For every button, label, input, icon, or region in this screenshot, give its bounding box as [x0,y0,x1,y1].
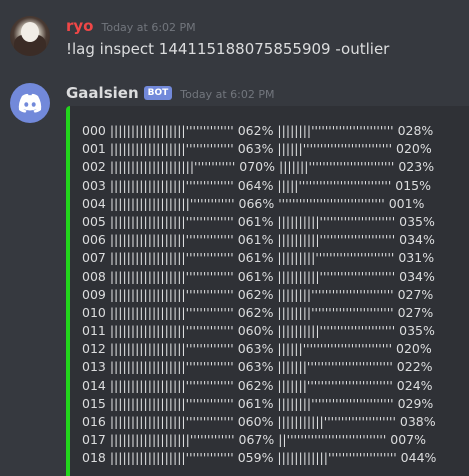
code-line: 011 ||||||||||||||||||'''''''''''''' 060… [82,323,435,339]
message-text: !lag inspect 144115188075855909 -outlier [66,40,390,58]
username-gaalsien[interactable]: Gaalsien [66,84,139,102]
discord-logo-icon [18,93,42,113]
code-line: 005 ||||||||||||||||||'''''''''''''' 061… [82,213,435,229]
avatar-face [21,22,39,42]
code-line: 012 ||||||||||||||||||'''''''''''''' 063… [82,341,432,357]
code-line: 006 ||||||||||||||||||'''''''''''''' 061… [82,232,435,248]
bot-badge: BOT [143,86,173,100]
code-lines: 000 ||||||||||||||||||'''''''''''''' 062… [82,122,436,468]
embed-accent-bar [66,106,70,476]
code-line: 007 ||||||||||||||||||'''''''''''''' 061… [82,250,435,266]
message-header-bot: Gaalsien BOT Today at 6:02 PM [66,83,274,103]
username-ryo[interactable]: ryo [66,17,93,35]
code-line: 008 ||||||||||||||||||'''''''''''''' 061… [82,268,435,284]
bot-avatar[interactable] [10,83,50,123]
user-avatar[interactable] [10,16,50,56]
code-line: 001 ||||||||||||||||||'''''''''''''' 063… [82,141,432,157]
code-line: 000 ||||||||||||||||||'''''''''''''' 062… [82,123,434,138]
code-line: 009 ||||||||||||||||||'''''''''''''' 062… [82,286,434,302]
message-header-user: ryo Today at 6:02 PM [66,16,196,36]
code-line: 013 ||||||||||||||||||'''''''''''''' 063… [82,359,433,375]
code-line: 004 |||||||||||||||||||''''''''''''' 066… [82,195,425,211]
code-line: 002 ||||||||||||||||||||'''''''''''' 070… [82,159,435,175]
code-line: 016 ||||||||||||||||||'''''''''''''' 060… [82,414,436,429]
timestamp: Today at 6:02 PM [180,87,275,101]
timestamp: Today at 6:02 PM [101,20,196,34]
code-line: 014 ||||||||||||||||||'''''''''''''' 062… [82,377,433,393]
code-block: 000 ||||||||||||||||||'''''''''''''' 062… [66,106,469,476]
code-line: 018 ||||||||||||||||||'''''''''''''' 059… [82,450,437,466]
code-line: 017 |||||||||||||||||||''''''''''''' 067… [82,432,426,448]
code-line: 010 ||||||||||||||||||'''''''''''''' 062… [82,304,434,320]
code-line: 015 ||||||||||||||||||'''''''''''''' 061… [82,395,434,411]
code-line: 003 ||||||||||||||||||'''''''''''''' 064… [82,177,431,193]
